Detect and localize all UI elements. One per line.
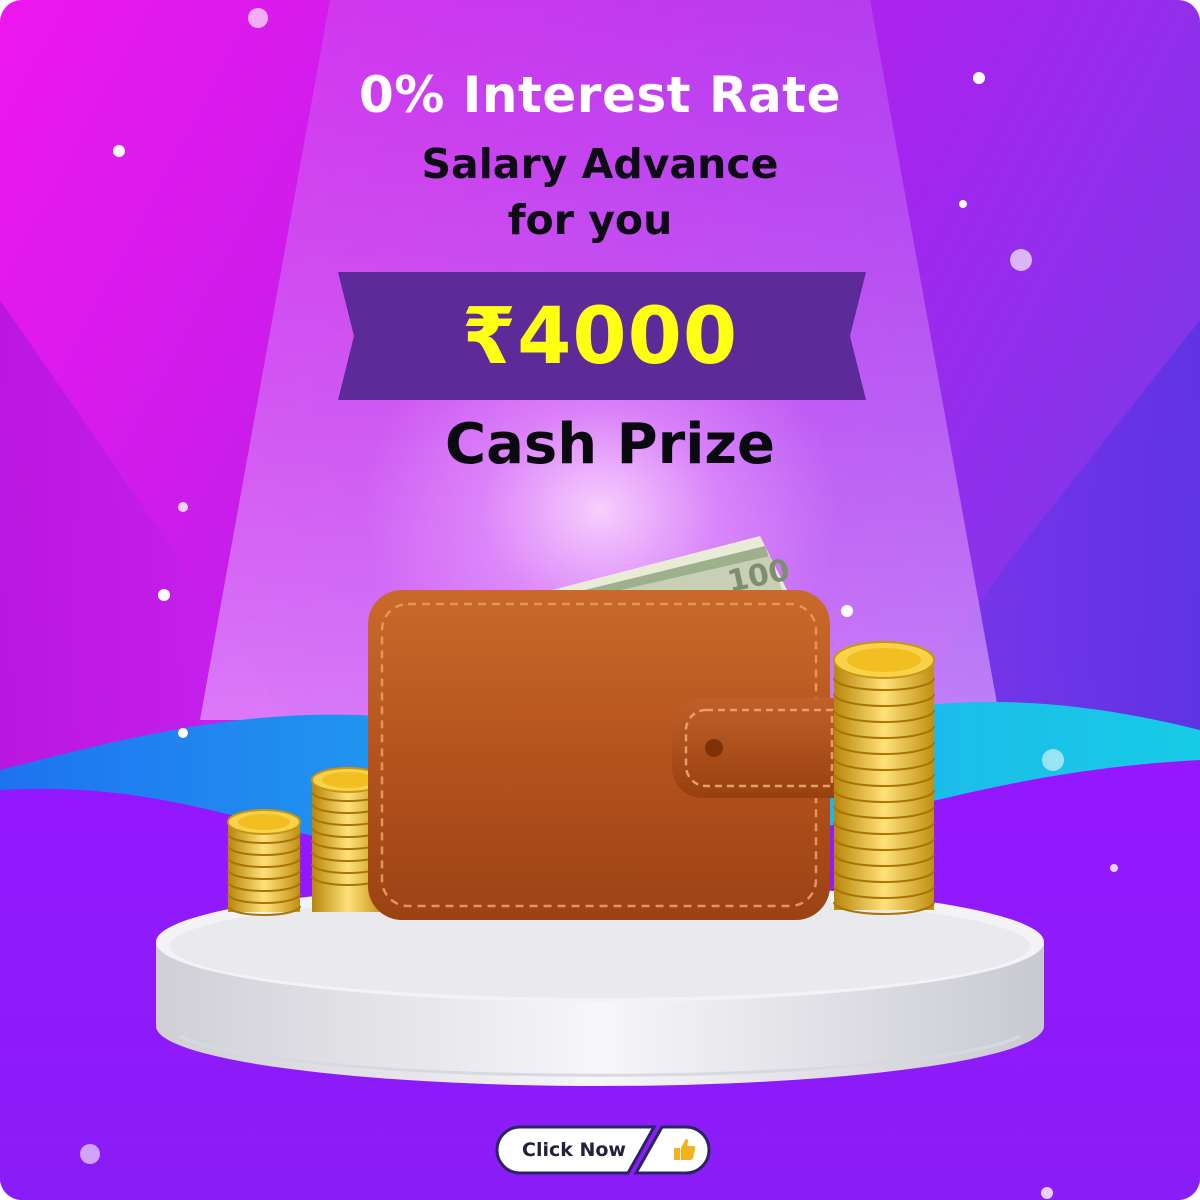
thumbs-up-icon[interactable] <box>666 1132 702 1168</box>
coin-stack-left-icon <box>227 767 382 916</box>
click-now-label[interactable]: Click Now <box>494 1124 654 1176</box>
subheadline-line-2: for you <box>507 196 673 244</box>
promo-banner: 0% Interest Rate Salary Advance for you … <box>0 0 1200 1200</box>
headline: 0% Interest Rate <box>359 66 841 124</box>
cash-amount: ₹4000 <box>461 292 739 382</box>
wallet-icon <box>368 590 838 920</box>
cash-prize-label: Cash Prize <box>444 412 775 477</box>
coin-stack-right-icon <box>833 641 935 915</box>
subheadline-line-1: Salary Advance <box>421 140 779 188</box>
